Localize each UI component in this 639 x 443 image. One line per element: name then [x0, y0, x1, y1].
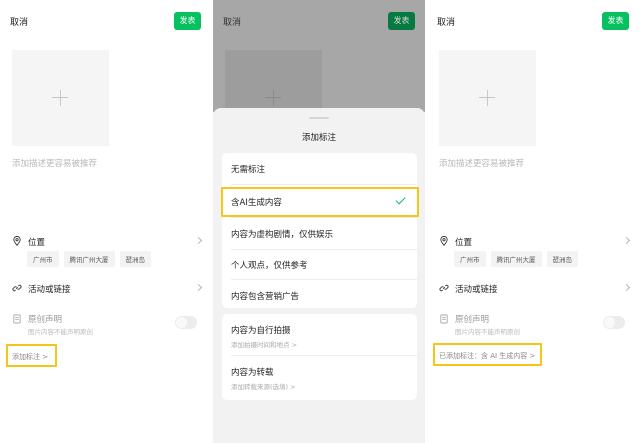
- publish-button[interactable]: 发表: [388, 12, 415, 30]
- option-marketing[interactable]: 内容包含营销广告: [231, 290, 299, 302]
- publish-screen-before: 取消 发表 添加描述更容易被推荐 位置 广州市 腾讯广州大厦 琶洲岛 活动或链接…: [0, 0, 211, 443]
- location-label[interactable]: 位置: [455, 236, 472, 248]
- annotation-options-card: 无需标注 含AI生成内容 内容为虚构剧情，仅供娱乐 个人观点，仅供参考 内容包含…: [222, 153, 417, 308]
- add-image-tile[interactable]: [12, 50, 109, 146]
- option-fictional[interactable]: 内容为虚构剧情，仅供娱乐: [231, 228, 333, 240]
- add-image-tile: [225, 50, 322, 112]
- option-repost[interactable]: 内容为转载: [231, 366, 274, 378]
- added-annotation-link[interactable]: 已添加标注：含 AI 生成内容 >: [439, 351, 535, 361]
- publish-button[interactable]: 发表: [174, 12, 201, 30]
- repost-hint[interactable]: 添加转载来源(选填) >: [231, 381, 296, 391]
- location-pin-icon: [13, 236, 21, 246]
- location-tags: 广州市 腾讯广州大厦 琶洲岛: [454, 251, 578, 267]
- option-personal-opinion[interactable]: 个人观点，仅供参考: [231, 259, 308, 271]
- activity-link-label[interactable]: 活动或链接: [455, 283, 498, 295]
- cancel-button[interactable]: 取消: [10, 15, 28, 28]
- activity-link-label[interactable]: 活动或链接: [28, 283, 71, 295]
- location-tag[interactable]: 琶洲岛: [546, 251, 578, 267]
- sheet-grabber[interactable]: [309, 117, 329, 119]
- top-bar: 取消 发表: [437, 12, 629, 32]
- location-pin-icon: [440, 236, 448, 246]
- location-tag[interactable]: 广州市: [454, 251, 486, 267]
- description-input[interactable]: 添加描述更容易被推荐: [12, 157, 97, 169]
- location-tag[interactable]: 琶洲岛: [119, 251, 151, 267]
- original-declaration-note: 图片内容不能声明原创: [455, 328, 520, 336]
- annotation-bottom-sheet: 添加标注 无需标注 含AI生成内容 内容为虚构剧情，仅供娱乐 个人观点，仅供参考…: [213, 108, 425, 443]
- location-tag[interactable]: 腾讯广州大厦: [490, 251, 542, 267]
- link-icon: [12, 284, 22, 292]
- top-bar: 取消 发表: [10, 12, 201, 32]
- chevron-right-icon: [194, 236, 203, 245]
- location-tag[interactable]: 广州市: [27, 251, 59, 267]
- original-declaration-label: 原创声明: [455, 315, 490, 325]
- description-input[interactable]: 添加描述更容易被推荐: [439, 157, 524, 169]
- original-declaration-label: 原创声明: [28, 315, 63, 325]
- cancel-button[interactable]: 取消: [223, 15, 241, 28]
- self-shot-hint[interactable]: 添加拍摄时间和地点 >: [231, 339, 297, 349]
- option-self-shot[interactable]: 内容为自行拍摄: [231, 324, 291, 336]
- annotation-sheet-screen: 取消 发表 添加标注 无需标注 含AI生成内容 内容为虚构剧情，仅供娱乐 个人观…: [213, 0, 425, 443]
- highlight-box: [221, 187, 419, 217]
- add-image-tile[interactable]: [439, 50, 536, 146]
- source-options-card: 内容为自行拍摄 添加拍摄时间和地点 > 内容为转载 添加转载来源(选填) >: [222, 314, 417, 400]
- link-icon: [439, 284, 449, 292]
- add-annotation-link[interactable]: 添加标注 >: [12, 352, 48, 362]
- chevron-right-icon: [622, 236, 631, 245]
- location-tag[interactable]: 腾讯广州大厦: [63, 251, 115, 267]
- dimmed-overlay[interactable]: 取消 发表: [213, 0, 425, 112]
- original-declaration-note: 图片内容不能声明原创: [28, 328, 93, 336]
- publish-button[interactable]: 发表: [602, 12, 629, 30]
- original-doc-icon: [440, 314, 448, 324]
- cancel-button[interactable]: 取消: [437, 15, 455, 28]
- chevron-right-icon: [194, 283, 203, 292]
- publish-screen-after: 取消 发表 添加描述更容易被推荐 位置 广州市 腾讯广州大厦 琶洲岛 活动或链接…: [427, 0, 639, 443]
- location-label[interactable]: 位置: [28, 236, 45, 248]
- original-doc-icon: [13, 314, 21, 324]
- sheet-title: 添加标注: [301, 133, 336, 143]
- chevron-right-icon: [622, 283, 631, 292]
- option-no-annotation[interactable]: 无需标注: [231, 163, 265, 175]
- original-toggle[interactable]: [603, 316, 625, 329]
- location-tags: 广州市 腾讯广州大厦 琶洲岛: [27, 251, 151, 267]
- original-toggle[interactable]: [175, 316, 197, 329]
